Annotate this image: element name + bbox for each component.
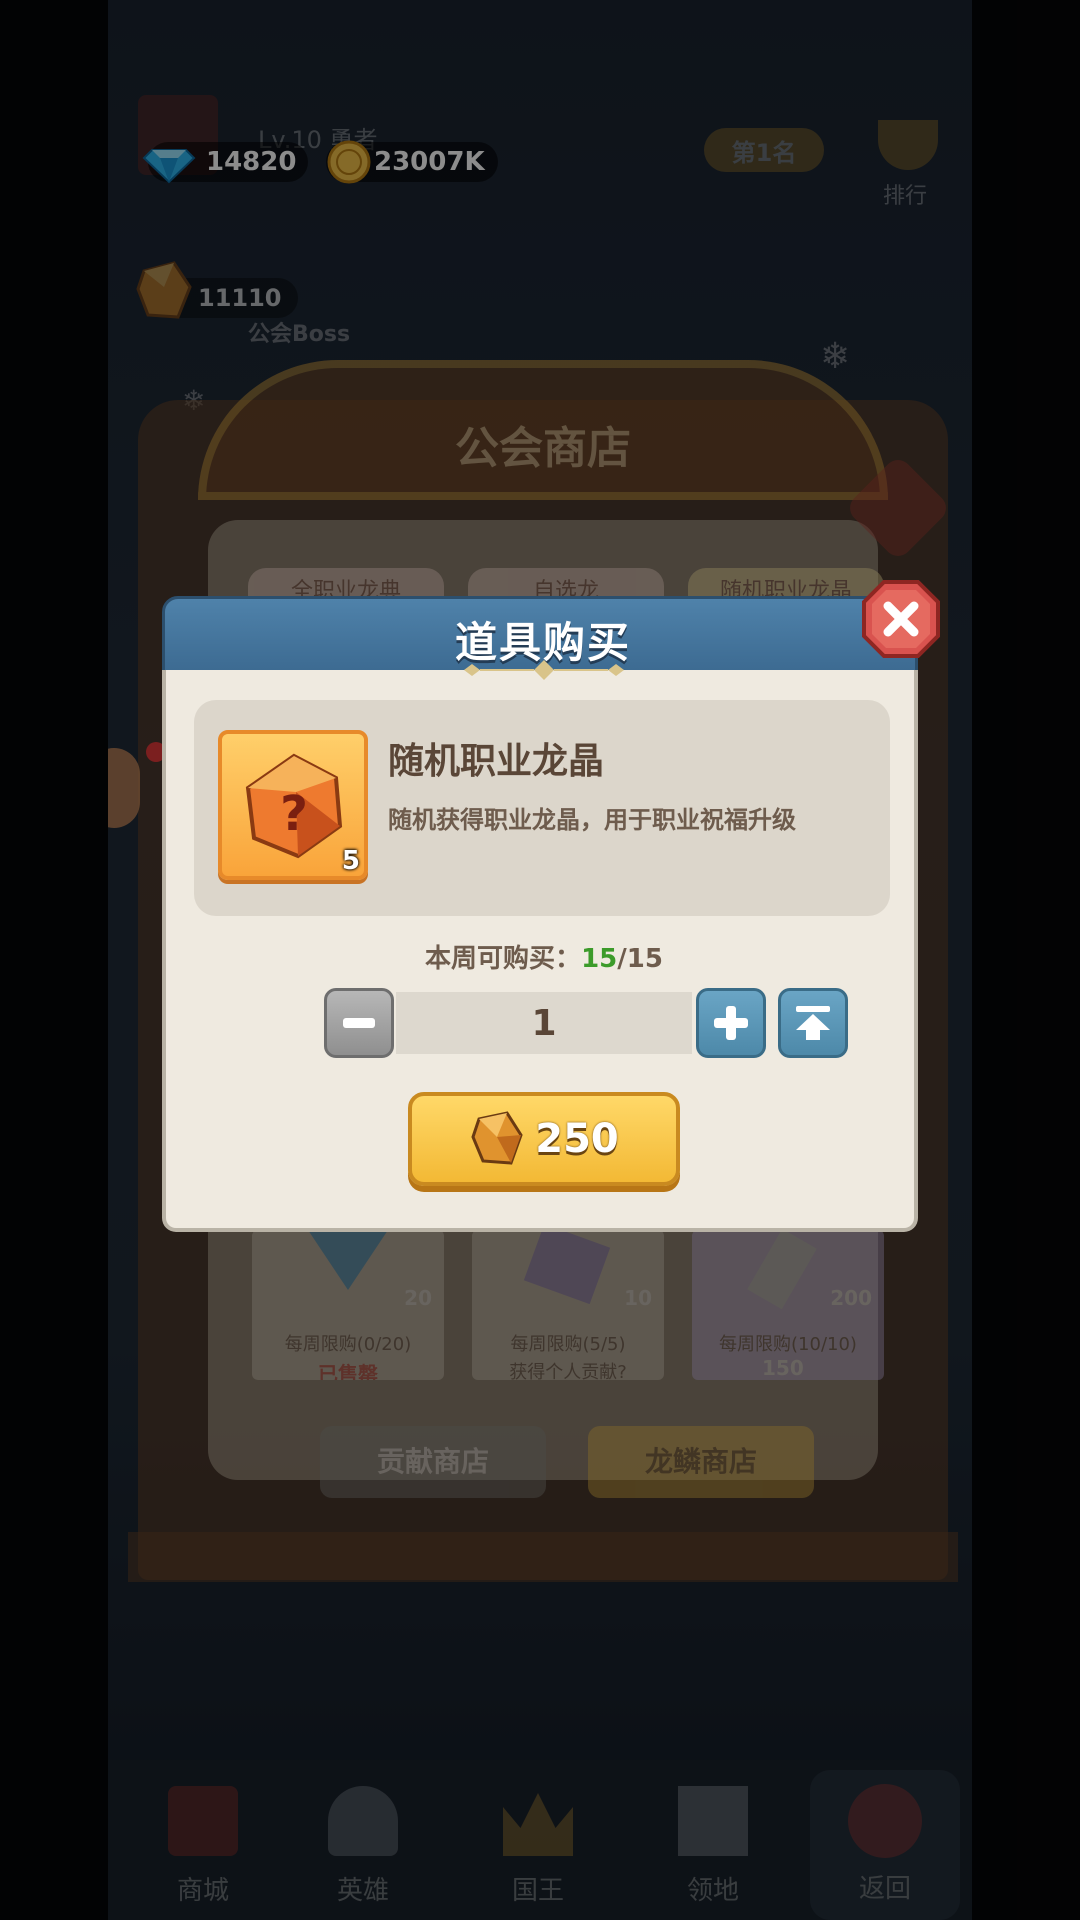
dialog-close-button[interactable] (862, 580, 940, 658)
weekly-limit: 本周可购买：15/15 (166, 938, 922, 975)
increase-quantity-button[interactable] (696, 988, 766, 1058)
weekly-limit-label: 本周可购买： (425, 944, 582, 974)
dialog-body: ? 5 随机职业龙晶 随机获得职业龙晶，用于职业祝福升级 本周可购买：15/15… (162, 660, 918, 1232)
dragon-crystal-icon (471, 1111, 523, 1165)
buy-button[interactable]: 250 (408, 1092, 680, 1186)
header-ornament (464, 660, 624, 680)
item-icon-frame: ? 5 (218, 730, 368, 880)
close-icon (862, 580, 940, 658)
plus-icon (714, 1006, 748, 1040)
random-dragon-crystal-icon: ? (245, 753, 343, 859)
quantity-field[interactable]: 1 (396, 992, 692, 1054)
buy-price: 250 (535, 1116, 619, 1162)
weekly-limit-current: 15 (581, 944, 618, 974)
weekly-limit-max: 15 (626, 944, 663, 974)
item-purchase-dialog: 道具购买 ? 5 随机职业龙晶 随机获得职业龙晶，用于职业祝福升级 本周可购买：… (162, 596, 918, 1232)
item-info-panel: ? 5 随机职业龙晶 随机获得职业龙晶，用于职业祝福升级 (194, 700, 890, 916)
max-arrow-icon (796, 1006, 830, 1040)
minus-icon (343, 1018, 375, 1028)
decrease-quantity-button[interactable] (324, 988, 394, 1058)
item-name: 随机职业龙晶 (388, 741, 605, 782)
item-description: 随机获得职业龙晶，用于职业祝福升级 (388, 806, 796, 834)
item-quantity-badge: 5 (341, 846, 360, 876)
weekly-limit-separator: / (617, 944, 627, 974)
svg-text:?: ? (280, 786, 308, 842)
max-quantity-button[interactable] (778, 988, 848, 1058)
